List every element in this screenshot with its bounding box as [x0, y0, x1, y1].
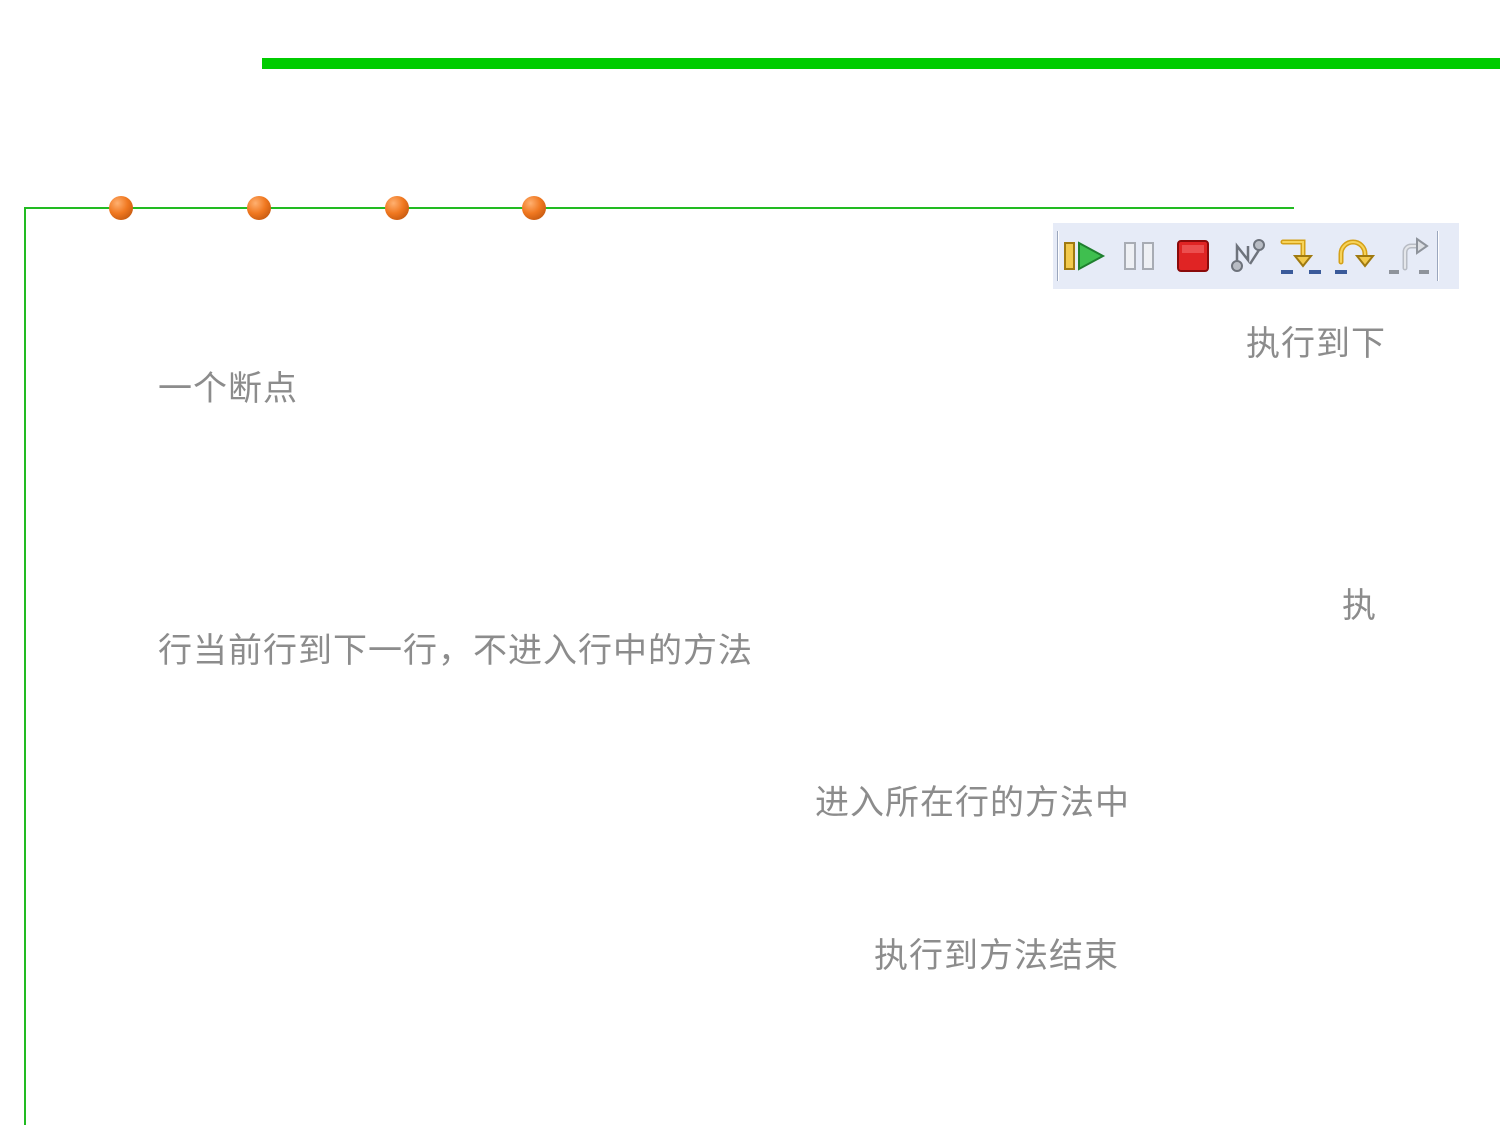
step-return-icon: [1387, 236, 1433, 276]
orange-bullet-1: [109, 196, 133, 220]
step-over-description-part2: 行当前行到下一行，不进入行中的方法: [158, 631, 753, 671]
frame-left-line: [24, 207, 26, 1125]
terminate-button[interactable]: [1167, 233, 1221, 279]
resume-button[interactable]: [1059, 233, 1113, 279]
resume-description-part2: 一个断点: [158, 369, 298, 409]
step-over-button[interactable]: [1329, 233, 1383, 279]
resume-icon: [1063, 238, 1109, 274]
step-return-description: 执行到方法结束: [874, 936, 1119, 976]
step-over-description-part1: 执: [1342, 586, 1377, 626]
orange-bullet-2: [247, 196, 271, 220]
disconnect-icon: [1228, 238, 1268, 274]
step-into-button[interactable]: [1275, 233, 1329, 279]
accent-bar: [262, 58, 1500, 69]
orange-bullet-3: [385, 196, 409, 220]
suspend-button[interactable]: [1113, 233, 1167, 279]
step-over-icon: [1333, 236, 1379, 276]
step-return-button[interactable]: [1383, 233, 1437, 279]
resume-description-part1: 执行到下: [1246, 324, 1386, 364]
frame-top-line: [24, 207, 1294, 209]
step-into-description: 进入所在行的方法中: [815, 783, 1130, 823]
step-into-icon: [1279, 236, 1325, 276]
disconnect-button[interactable]: [1221, 233, 1275, 279]
toolbar-separator-right: [1437, 231, 1439, 281]
suspend-icon: [1120, 238, 1160, 274]
orange-bullet-4: [522, 196, 546, 220]
terminate-icon: [1174, 238, 1214, 274]
debug-toolbar: [1053, 223, 1459, 289]
